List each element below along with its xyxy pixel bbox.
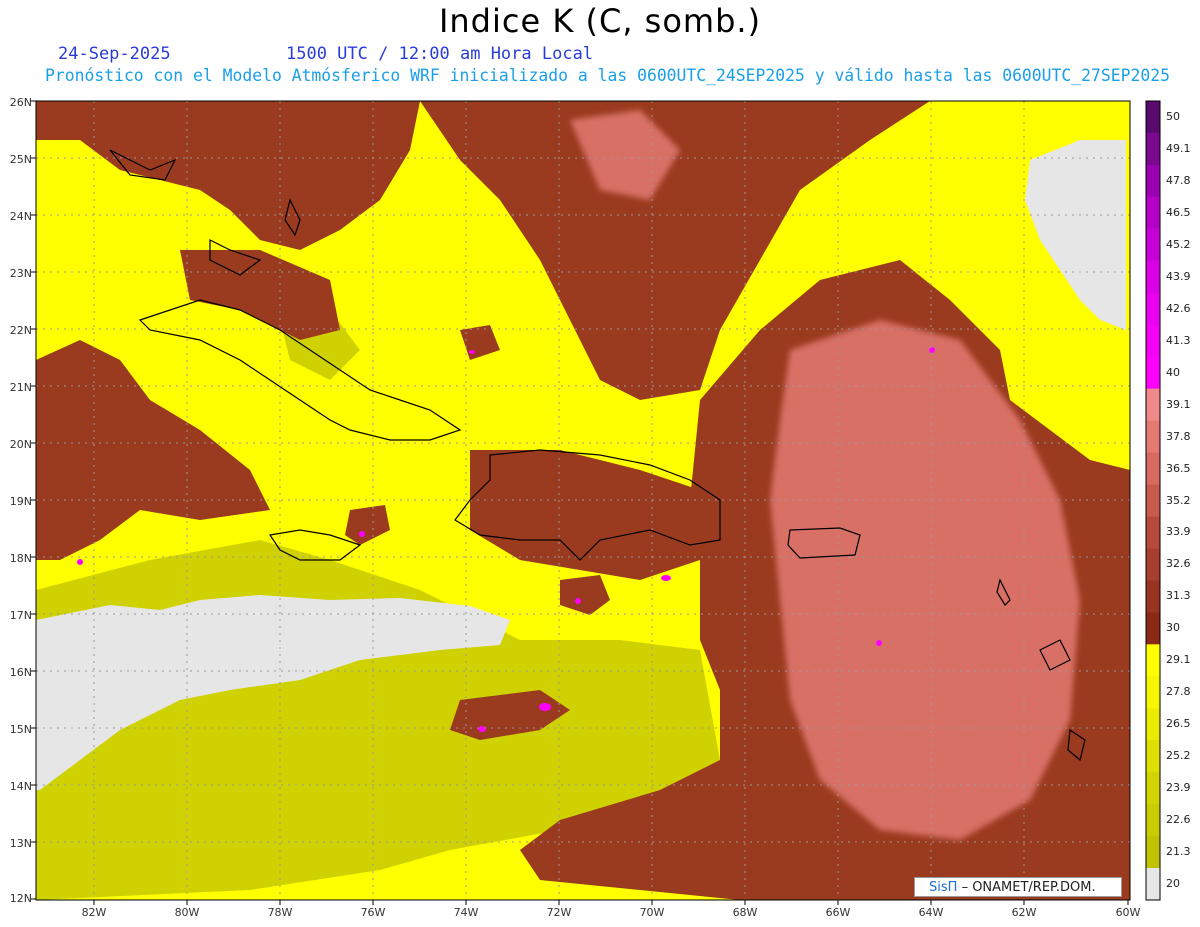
colorbar-swatch — [1146, 484, 1160, 517]
colorbar-swatch — [1146, 420, 1160, 454]
colorbar-label: 35.2 — [1166, 493, 1191, 507]
colorbar-label: 23.9 — [1166, 781, 1191, 795]
colorbar-swatch — [1146, 196, 1160, 230]
lon-label: 64W — [918, 906, 944, 919]
colorbar-label: 27.8 — [1166, 685, 1191, 699]
colorbar-swatch — [1146, 388, 1160, 422]
lat-label: 16N — [9, 666, 32, 679]
colorbar-swatch — [1146, 676, 1160, 709]
colorbar-swatch — [1146, 580, 1160, 613]
credit-text: – ONAMET/REP.DOM. — [961, 880, 1096, 895]
colorbar-swatch — [1146, 324, 1160, 358]
lat-label: 14N — [9, 780, 32, 793]
colorbar-label: 29.1 — [1166, 653, 1191, 667]
colorbar-swatch — [1146, 356, 1160, 390]
colorbar-swatch — [1146, 101, 1160, 134]
colorbar-label: 37.8 — [1166, 429, 1191, 443]
lat-label: 12N — [9, 892, 32, 905]
lat-label: 15N — [9, 723, 32, 736]
colorbar-label: 41.3 — [1166, 333, 1191, 347]
lon-label: 82W — [81, 906, 107, 919]
colorbar-label: 47.8 — [1166, 173, 1191, 187]
colorbar-label: 42.6 — [1166, 301, 1191, 315]
colorbar-label: 50 — [1166, 109, 1180, 123]
lat-label: 18N — [9, 552, 32, 565]
lat-label: 20N — [9, 438, 32, 451]
lon-label: 78W — [267, 906, 293, 919]
colorbar — [1145, 100, 1161, 901]
sispi-logo: SisΠ — [929, 880, 958, 895]
colorbar-swatch — [1146, 804, 1160, 837]
colorbar-swatch — [1146, 644, 1160, 677]
lat-label: 26N — [9, 96, 32, 109]
colorbar-swatch — [1146, 740, 1160, 773]
lat-label: 13N — [9, 837, 32, 850]
colorbar-label: 26.5 — [1166, 717, 1191, 731]
lon-label: 60W — [1115, 906, 1141, 919]
colorbar-swatch — [1146, 260, 1160, 294]
colorbar-label: 22.6 — [1166, 813, 1191, 827]
colorbar-swatch — [1146, 452, 1160, 486]
colorbar-label: 49.1 — [1166, 141, 1191, 155]
colorbar-label: 46.5 — [1166, 205, 1191, 219]
lat-label: 25N — [9, 153, 32, 166]
lat-label: 17N — [9, 609, 32, 622]
lon-label: 66W — [825, 906, 851, 919]
colorbar-label: 43.9 — [1166, 269, 1191, 283]
colorbar-label: 32.6 — [1166, 557, 1191, 571]
colorbar-label: 21.3 — [1166, 845, 1191, 859]
lat-label: 22N — [9, 324, 32, 337]
colorbar-label: 31.3 — [1166, 589, 1191, 603]
colorbar-label: 45.2 — [1166, 237, 1191, 251]
weather-map — [31, 100, 1161, 905]
colorbar-label: 20 — [1166, 877, 1180, 891]
colorbar-label: 30 — [1166, 621, 1180, 635]
colorbar-swatch — [1146, 132, 1160, 166]
lon-label: 72W — [546, 906, 572, 919]
lat-label: 19N — [9, 495, 32, 508]
colorbar-swatch — [1146, 228, 1160, 262]
colorbar-swatch — [1146, 164, 1160, 198]
lat-label: 24N — [9, 210, 32, 223]
credit-box: SisΠ – ONAMET/REP.DOM. — [914, 877, 1122, 897]
lon-label: 62W — [1011, 906, 1037, 919]
colorbar-swatch — [1146, 292, 1160, 326]
colorbar-label: 25.2 — [1166, 749, 1191, 763]
colorbar-swatch — [1146, 772, 1160, 805]
colorbar-swatch — [1146, 836, 1160, 869]
colorbar-swatch — [1146, 612, 1160, 645]
colorbar-swatch — [1146, 516, 1160, 549]
lon-label: 70W — [639, 906, 665, 919]
colorbar-label: 33.9 — [1166, 525, 1191, 539]
colorbar-swatch — [1146, 548, 1160, 581]
lat-label: 21N — [9, 381, 32, 394]
lon-label: 74W — [453, 906, 479, 919]
colorbar-label: 40 — [1166, 365, 1180, 379]
lat-label: 23N — [9, 267, 32, 280]
colorbar-label: 39.1 — [1166, 397, 1191, 411]
colorbar-swatch — [1146, 708, 1160, 741]
lon-label: 68W — [732, 906, 758, 919]
colorbar-swatch — [1146, 868, 1160, 901]
lon-label: 80W — [174, 906, 200, 919]
lon-label: 76W — [360, 906, 386, 919]
colorbar-label: 36.5 — [1166, 461, 1191, 475]
